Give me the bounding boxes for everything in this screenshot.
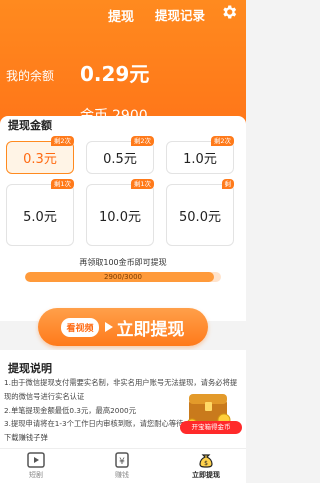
balance-label: 我的余额 [6,69,55,83]
remaining-badge: 剩2次 [210,136,234,146]
remaining-badge: 剩2次 [130,136,154,146]
watch-video-tag: 看视频 [61,317,99,337]
progress-text: 2900/3000 [104,273,142,281]
amount-option[interactable]: 50.0元 剩 [166,179,234,246]
amount-value: 5.0元 [23,209,57,225]
withdraw-now-button[interactable]: 看视频 立即提现 [38,308,208,346]
progress-hint: 再领取100金币即可提现 [79,258,167,267]
play-icon [104,322,113,332]
tab-earn-money[interactable]: ¥ 赚钱 [97,452,147,480]
amount-value: 0.3元 [23,152,57,167]
amount-option[interactable]: 0.3元 剩2次 [6,136,74,174]
svg-text:¥: ¥ [119,457,125,467]
svg-text:$: $ [204,460,208,467]
amount-value: 50.0元 [179,209,221,225]
film-icon [27,452,45,468]
remaining-badge: 剩1次 [50,179,74,189]
amount-option[interactable]: 1.0元 剩2次 [166,136,234,174]
section-title: 提现金额 [8,119,52,132]
open-chest-label[interactable]: 开宝箱得金币 [180,421,242,434]
amount-value: 10.0元 [99,209,141,225]
page-title: 提现 [108,10,135,25]
amount-option[interactable]: 5.0元 剩1次 [6,179,74,246]
balance-value: 0.29元 [80,62,150,86]
tab-withdraw[interactable]: $ 立即提现 [181,452,231,480]
amount-option[interactable]: 0.5元 剩2次 [86,136,154,174]
tab-short-drama[interactable]: 短剧 [11,452,61,480]
amount-value: 0.5元 [103,152,137,167]
tab-label: 赚钱 [115,471,129,479]
tab-label: 立即提现 [192,471,220,479]
money-bag-icon: $ [199,454,213,468]
notes-title: 提现说明 [8,362,52,375]
withdraw-record-link[interactable]: 提现记录 [155,5,205,24]
amount-value: 1.0元 [183,152,217,167]
gear-icon[interactable] [220,3,238,21]
tab-label: 短剧 [29,471,43,479]
money-icon: ¥ [115,452,129,468]
remaining-badge: 剩2次 [50,136,74,146]
coin-progress-bar: 2900/3000 [25,272,221,282]
remaining-badge: 剩 [221,179,234,189]
withdraw-now-label: 立即提现 [116,319,185,340]
remaining-badge: 剩1次 [130,179,154,189]
amount-option[interactable]: 10.0元 剩1次 [86,179,154,246]
